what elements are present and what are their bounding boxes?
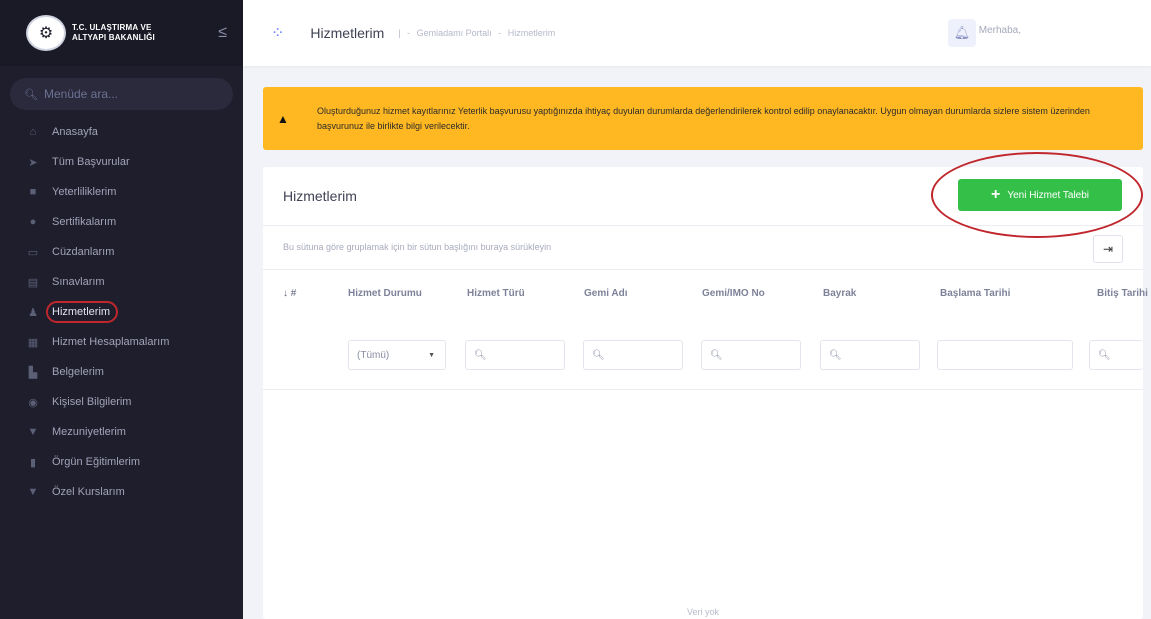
panel-title: Hizmetlerim: [283, 188, 357, 204]
user-icon: ♟: [28, 306, 38, 319]
sidebar-item-label: Örgün Eğitimlerim: [52, 456, 141, 468]
breadcrumb-separator: |: [398, 28, 401, 38]
sidebar-item-kisisel-bilgilerim[interactable]: ◉ Kişisel Bilgilerim: [0, 388, 243, 416]
wallet-icon: ▭: [27, 246, 39, 259]
gemi-imo-filter-input[interactable]: 🔍︎: [701, 340, 801, 370]
topbar: ⁘ Hizmetlerim | - Gemiadamı Portalı - Hi…: [243, 0, 1151, 66]
brand-text: T.C. ULAŞTIRMA VE ALTYAPI BAKANLIĞI: [72, 23, 155, 43]
search-icon: 🔍︎: [24, 88, 38, 101]
column-header-gemi-adi[interactable]: Gemi Adı: [584, 269, 628, 317]
column-header-gemi-imo-no[interactable]: Gemi/IMO No: [702, 269, 765, 317]
group-panel-hint: Bu sütuna göre gruplamak için bir sütun …: [283, 242, 552, 252]
search-icon: 🔍︎: [1098, 349, 1111, 361]
graduation-icon: ▼: [27, 426, 39, 438]
brand-line-2: ALTYAPI BAKANLIĞI: [72, 33, 155, 42]
sidebar-item-label: Tüm Başvurular: [52, 156, 130, 168]
column-header-index[interactable]: ↓ #: [283, 269, 296, 317]
column-header-hizmet-durumu[interactable]: Hizmet Durumu: [348, 269, 422, 317]
search-icon: 🔍︎: [710, 349, 723, 361]
alert-text: Oluşturduğunuz hizmet kayıtlarınız Yeter…: [317, 105, 1090, 131]
breadcrumb-item-portal[interactable]: - Gemiadamı Portalı: [407, 28, 492, 38]
document-icon: ▤: [27, 276, 39, 289]
sidebar-item-orgun-egitimlerim[interactable]: ▮ Örgün Eğitimlerim: [0, 448, 243, 476]
highlight-circle-annotation: [931, 152, 1143, 238]
sidebar-item-ozel-kurslarim[interactable]: ▼ Özel Kurslarım: [0, 478, 243, 506]
search-icon: 🔍︎: [474, 349, 487, 361]
sidebar-collapse-icon[interactable]: ≤: [218, 24, 227, 42]
warning-icon: ▲: [277, 111, 289, 126]
sidebar-item-anasayfa[interactable]: ⌂ Anasayfa: [0, 118, 243, 146]
home-icon: ⌂: [29, 126, 37, 138]
menu-search-placeholder: Menüde ara...: [43, 87, 119, 101]
column-header-hizmet-turu[interactable]: Hizmet Türü: [467, 269, 525, 317]
user-greeting[interactable]: Merhaba,: [979, 25, 1021, 36]
sidebar-item-cuzdanlarim[interactable]: ▭ Cüzdanlarım: [0, 238, 243, 266]
breadcrumb-portal-label: Gemiadamı Portalı: [416, 28, 492, 38]
sidebar-item-label: Cüzdanlarım: [52, 246, 115, 258]
breadcrumb: | - Gemiadamı Portalı - Hizmetlerim: [394, 28, 555, 38]
sidebar-item-label: Sınavlarım: [52, 276, 105, 288]
sidebar-item-label: Hizmet Hesaplamalarım: [52, 336, 170, 348]
sidebar-item-label: Sertifikalarım: [52, 216, 117, 228]
notification-bell-icon[interactable]: 🔔︎: [948, 19, 976, 47]
bayrak-filter-input[interactable]: 🔍︎: [820, 340, 920, 370]
briefcase-icon: ■: [29, 186, 37, 198]
cap-icon: ▼: [27, 486, 39, 498]
ministry-emblem-icon: ⚙: [26, 15, 66, 51]
page-title: Hizmetlerim: [310, 25, 385, 41]
sidebar-item-sertifikalarim[interactable]: ● Sertifikalarım: [0, 208, 243, 236]
status-filter-select[interactable]: (Tümü) ▼: [348, 340, 446, 370]
send-icon: ➤: [28, 156, 38, 169]
sidebar-item-label: Hizmetlerim: [46, 301, 119, 323]
search-icon: 🔍︎: [829, 349, 842, 361]
files-icon: ▙: [28, 366, 38, 379]
sidebar-item-label: Kişisel Bilgilerim: [52, 396, 132, 408]
breadcrumb-current-label: Hizmetlerim: [507, 28, 556, 38]
info-alert: ▲ Oluşturduğunuz hizmet kayıtlarınız Yet…: [263, 87, 1143, 150]
sidebar-item-sinavlarim[interactable]: ▤ Sınavlarım: [0, 268, 243, 296]
search-icon: 🔍︎: [592, 349, 605, 361]
sidebar-item-belgelerim[interactable]: ▙ Belgelerim: [0, 358, 243, 386]
sidebar-item-hizmet-hesaplamalarim[interactable]: ▦ Hizmet Hesaplamalarım: [0, 328, 243, 356]
column-header-bayrak[interactable]: Bayrak: [823, 269, 856, 317]
hizmet-turu-filter-input[interactable]: 🔍︎: [465, 340, 565, 370]
person-icon: ◉: [28, 396, 38, 409]
dot-icon: ●: [29, 216, 37, 228]
book-icon: ▮: [29, 456, 37, 469]
sidebar-item-mezuniyetlerim[interactable]: ▼ Mezuniyetlerim: [0, 418, 243, 446]
breadcrumb-item-current[interactable]: - Hizmetlerim: [498, 28, 555, 38]
sidebar-item-tum-basvurular[interactable]: ➤ Tüm Başvurular: [0, 148, 243, 176]
bitis-tarihi-filter-input[interactable]: 🔍︎: [1089, 340, 1143, 370]
dots-menu-icon[interactable]: ⁘: [271, 23, 284, 43]
brand-line-1: T.C. ULAŞTIRMA VE: [72, 23, 152, 32]
sidebar: ⚙ T.C. ULAŞTIRMA VE ALTYAPI BAKANLIĞI ≤ …: [0, 0, 243, 619]
logo-area: ⚙ T.C. ULAŞTIRMA VE ALTYAPI BAKANLIĞI ≤: [0, 0, 243, 66]
sidebar-item-label: Mezuniyetlerim: [52, 426, 126, 438]
baslama-tarihi-filter-input[interactable]: [937, 340, 1073, 370]
column-header-baslama-tarihi[interactable]: Başlama Tarihi: [940, 269, 1010, 317]
sidebar-item-label: Anasayfa: [52, 126, 98, 138]
menu-search-input[interactable]: 🔍︎ Menüde ara...: [10, 78, 233, 110]
sidebar-item-label: Belgelerim: [52, 366, 104, 378]
sidebar-item-label: Özel Kurslarım: [52, 486, 125, 498]
gemi-adi-filter-input[interactable]: 🔍︎: [583, 340, 683, 370]
sidebar-item-label: Yeterliliklerim: [52, 186, 117, 198]
export-icon[interactable]: ⇥: [1093, 235, 1123, 263]
grid-header-row: ↓ # Hizmet Durumu Hizmet Türü Gemi Adı G…: [263, 269, 1148, 317]
status-filter-value: (Tümü): [357, 349, 390, 361]
sidebar-item-hizmetlerim[interactable]: ♟ Hizmetlerim: [0, 298, 243, 326]
grid-filter-row: (Tümü) ▼ 🔍︎ 🔍︎ 🔍︎ 🔍︎ 🔍︎: [263, 317, 1143, 390]
calculator-icon: ▦: [27, 336, 39, 349]
chevron-down-icon: ▼: [428, 351, 435, 359]
sidebar-item-yeterliliklerim[interactable]: ■ Yeterliliklerim: [0, 178, 243, 206]
column-header-bitis-tarihi[interactable]: Bitiş Tarihi: [1097, 269, 1148, 317]
empty-grid-message: Veri yok: [686, 607, 719, 617]
